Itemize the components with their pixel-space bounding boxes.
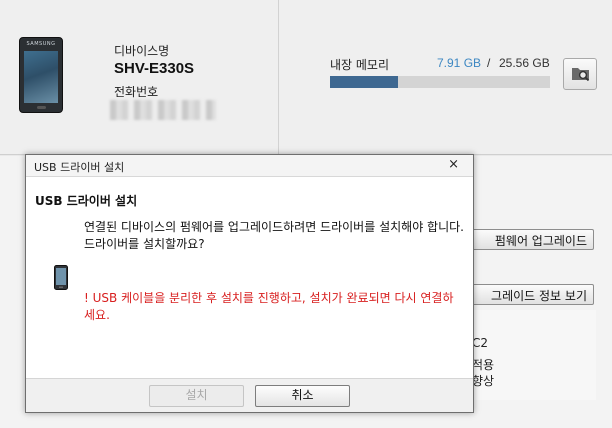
storage-used: 7.91 GB bbox=[437, 56, 482, 70]
device-model: SHV-E330S bbox=[114, 60, 195, 77]
phone-number-label: 전화번호 bbox=[114, 85, 159, 99]
storage-bar-fill bbox=[330, 76, 398, 88]
close-icon[interactable]: × bbox=[448, 157, 459, 172]
info-line: C2 bbox=[472, 336, 489, 350]
dialog-heading: USB 드라이버 설치 bbox=[35, 194, 138, 208]
storage-separator: / bbox=[487, 56, 491, 70]
storage-total: 25.56 GB bbox=[499, 56, 550, 70]
folder-search-icon bbox=[572, 68, 590, 82]
cancel-button[interactable]: 취소 bbox=[255, 385, 350, 407]
device-info-panel: SAMSUNG 디바이스명 SHV-E330S 전화번호 내장 메모리 7.91… bbox=[0, 0, 612, 155]
phone-icon: SAMSUNG bbox=[19, 37, 63, 113]
device-icon bbox=[54, 265, 68, 290]
dialog-window-title: USB 드라이버 설치 bbox=[34, 161, 125, 174]
dialog-warning: ! USB 케이블을 분리한 후 설치를 진행하고, 설치가 완료되면 다시 연… bbox=[84, 291, 454, 322]
dialog-title-bar: USB 드라이버 설치 × bbox=[26, 155, 473, 177]
info-line: 적용 bbox=[472, 358, 495, 372]
open-storage-button[interactable] bbox=[563, 58, 597, 90]
firmware-upgrade-button-label: 펌웨어 업그레이드 bbox=[494, 234, 587, 248]
panel-divider bbox=[278, 0, 279, 155]
dialog-message: 연결된 디바이스의 펌웨어를 업그레이드하려면 드라이버를 설치해야 합니다.드… bbox=[84, 220, 464, 251]
device-name-label: 디바이스명 bbox=[114, 44, 170, 58]
phone-number-redacted bbox=[110, 100, 216, 120]
dialog-footer: 설치 취소 bbox=[26, 378, 473, 412]
info-line: 향상 bbox=[472, 374, 495, 388]
phone-screen bbox=[24, 51, 58, 103]
phone-home-button bbox=[37, 106, 46, 109]
phone-brand-label: SAMSUNG bbox=[26, 41, 56, 47]
storage-bar bbox=[330, 76, 550, 88]
usb-driver-dialog: USB 드라이버 설치 × USB 드라이버 설치 연결된 디바이스의 펌웨어를… bbox=[25, 154, 474, 413]
storage-label: 내장 메모리 bbox=[330, 58, 390, 72]
install-button[interactable]: 설치 bbox=[149, 385, 244, 407]
upgrade-info-button-label: 그레이드 정보 보기 bbox=[491, 289, 587, 303]
